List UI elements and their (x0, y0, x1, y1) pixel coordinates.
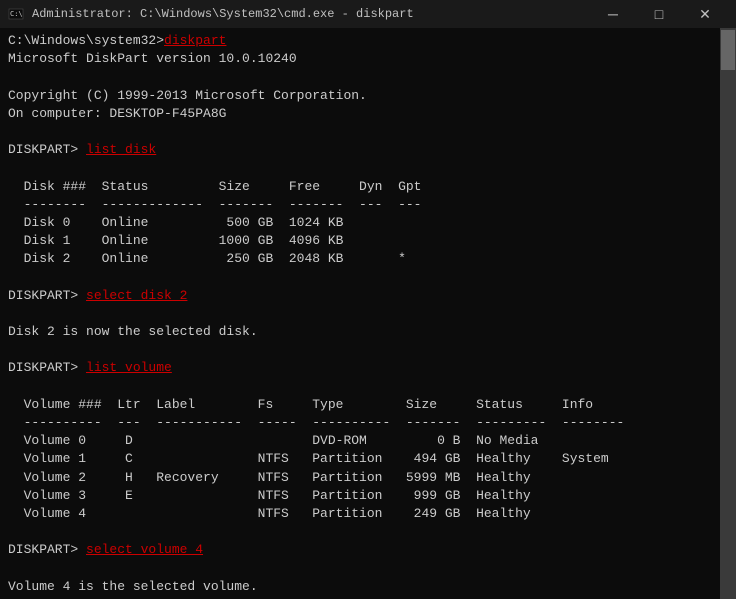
disk-sep-line: -------- ------------- ------- ------- -… (8, 196, 710, 214)
disk-2-line: Disk 2 Online 250 GB 2048 KB * (8, 250, 710, 268)
cmd-window: C:\ Administrator: C:\Windows\System32\c… (0, 0, 736, 599)
blank-2 (8, 123, 710, 141)
prompt-line-5: DISKPART> select volume 4 (8, 541, 710, 559)
svg-text:C:\: C:\ (10, 10, 23, 18)
diskpart-prompt-4: DISKPART> (8, 360, 86, 375)
disk-header-line: Disk ### Status Size Free Dyn Gpt (8, 178, 710, 196)
cmd-select-disk: select disk 2 (86, 288, 187, 303)
title-bar: C:\ Administrator: C:\Windows\System32\c… (0, 0, 736, 28)
cmd-list-disk: list disk (86, 142, 156, 157)
app-icon: C:\ (8, 6, 24, 22)
diskpart-prompt-2: DISKPART> (8, 142, 86, 157)
vol-1-line: Volume 1 C NTFS Partition 494 GB Healthy… (8, 450, 710, 468)
terminal-area[interactable]: C:\Windows\system32>diskpart Microsoft D… (0, 28, 736, 599)
blank-1 (8, 68, 710, 86)
blank-8 (8, 523, 710, 541)
minimize-button[interactable]: ─ (590, 0, 636, 28)
vol-header-line: Volume ### Ltr Label Fs Type Size Status… (8, 396, 710, 414)
vol-3-line: Volume 3 E NTFS Partition 999 GB Healthy (8, 487, 710, 505)
prompt-line-1: C:\Windows\system32>diskpart (8, 32, 710, 50)
vol-4-line: Volume 4 NTFS Partition 249 GB Healthy (8, 505, 710, 523)
diskpart-prompt-5: DISKPART> (8, 542, 86, 557)
prompt-line-2: DISKPART> list disk (8, 141, 710, 159)
blank-6 (8, 341, 710, 359)
terminal-content: C:\Windows\system32>diskpart Microsoft D… (8, 32, 728, 599)
blank-3 (8, 159, 710, 177)
computer-line: On computer: DESKTOP-F45PA8G (8, 105, 710, 123)
blank-7 (8, 378, 710, 396)
vertical-scrollbar[interactable] (720, 28, 736, 599)
version-line: Microsoft DiskPart version 10.0.10240 (8, 50, 710, 68)
vol-2-line: Volume 2 H Recovery NTFS Partition 5999 … (8, 469, 710, 487)
volume-selected-line: Volume 4 is the selected volume. (8, 578, 710, 596)
prompt-line-4: DISKPART> list volume (8, 359, 710, 377)
cmd-list-volume: list volume (86, 360, 172, 375)
close-button[interactable]: ✕ (682, 0, 728, 28)
vol-sep-line: ---------- --- ----------- ----- -------… (8, 414, 710, 432)
disk-0-line: Disk 0 Online 500 GB 1024 KB (8, 214, 710, 232)
blank-9 (8, 559, 710, 577)
restore-button[interactable]: □ (636, 0, 682, 28)
scrollbar-thumb[interactable] (721, 30, 735, 70)
copyright-line: Copyright (C) 1999-2013 Microsoft Corpor… (8, 87, 710, 105)
cmd-select-volume: select volume 4 (86, 542, 203, 557)
cmd-diskpart: diskpart (164, 33, 226, 48)
diskpart-prompt-3: DISKPART> (8, 288, 86, 303)
prompt-line-3: DISKPART> select disk 2 (8, 287, 710, 305)
vol-0-line: Volume 0 D DVD-ROM 0 B No Media (8, 432, 710, 450)
path-prompt-1: C:\Windows\system32> (8, 33, 164, 48)
window-controls: ─ □ ✕ (590, 0, 728, 28)
blank-4 (8, 268, 710, 286)
window-title: Administrator: C:\Windows\System32\cmd.e… (32, 7, 590, 21)
disk-selected-line: Disk 2 is now the selected disk. (8, 323, 710, 341)
disk-1-line: Disk 1 Online 1000 GB 4096 KB (8, 232, 710, 250)
blank-5 (8, 305, 710, 323)
